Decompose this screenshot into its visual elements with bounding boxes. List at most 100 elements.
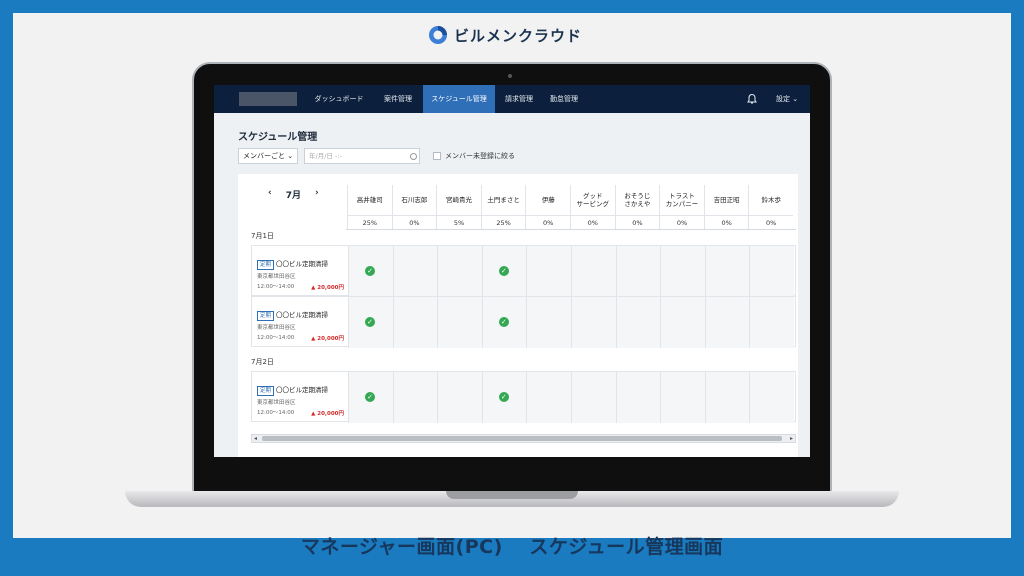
assignment-cell[interactable] [526,246,571,297]
job-price: ▲ 20,000円 [311,336,344,342]
member-utilization: 0% [614,215,660,229]
member-utilization: 0% [525,215,570,229]
member-column-header[interactable]: 伊藤 [525,185,570,215]
member-utilization: 25% [480,215,526,229]
member-column-header[interactable]: 高井雄司 [347,185,392,215]
job-row[interactable]: 定期 〇〇ビル定期清掃 東京都世田谷区 12:00〜14:00 ▲ 20,000円 ✓ ✓ [251,296,796,348]
nav-item-schedule[interactable]: スケジュール管理 [423,85,495,113]
assignment-cell[interactable] [704,297,750,348]
job-address: 東京都世田谷区 [257,274,296,280]
chevron-down-icon: ⌄ [792,95,799,103]
prev-month-icon[interactable]: ‹ [268,188,272,201]
unregistered-filter-checkbox[interactable] [433,152,441,160]
nav-item-dashboard[interactable]: ダッシュボード [308,85,370,113]
job-name: 〇〇ビル定期清掃 [276,260,329,268]
assignment-cell[interactable]: ✓ [481,246,527,297]
member-column-header[interactable]: 鈴木歩 [748,185,793,215]
assignment-cell[interactable] [571,246,616,297]
scroll-right-icon[interactable]: ▸ [790,435,793,442]
next-month-icon[interactable]: › [315,188,319,201]
laptop-camera [508,74,512,78]
assignment-cell[interactable] [749,246,794,297]
assignment-cell[interactable]: ✓ [481,297,527,348]
assignment-cell[interactable] [749,297,794,348]
laptop-notch [446,491,578,499]
member-utilization: 5% [436,215,481,229]
member-utilization: 0% [391,215,437,229]
app-screen: ダッシュボード 案件管理 スケジュール管理 請求管理 勤怠管理 設定 ⌄ スケジ… [214,85,810,457]
nav-item-attendance[interactable]: 勤怠管理 [544,85,584,113]
member-select[interactable]: メンバーごと ⌄ [238,148,298,164]
horizontal-scrollbar[interactable]: ◂ ▸ [251,434,796,443]
assignment-cell[interactable] [571,297,616,348]
assignment-cell[interactable] [392,246,438,297]
settings-menu[interactable]: 設定 ⌄ [776,85,798,113]
month-nav: ‹ 7月 › [268,188,319,201]
navbar: ダッシュボード 案件管理 スケジュール管理 請求管理 勤怠管理 設定 ⌄ [214,85,810,113]
assignment-cell[interactable]: ✓ [481,372,527,423]
assignment-cell[interactable] [526,297,571,348]
job-info[interactable]: 定期 〇〇ビル定期清掃 東京都世田谷区 12:00〜14:00 ▲ 20,000円 [252,372,348,423]
assignment-cell[interactable]: ✓ [348,297,393,348]
assignment-cell[interactable] [526,372,571,423]
nav-item-projects[interactable]: 案件管理 [374,85,422,113]
member-column-header[interactable]: 宮崎貴光 [436,185,481,215]
assignment-cell[interactable] [660,246,705,297]
job-row[interactable]: 定期 〇〇ビル定期清掃 東京都世田谷区 12:00〜14:00 ▲ 20,000円 ✓ ✓ [251,371,796,423]
header-divider [346,229,796,230]
caption: マネージャー画面(PC) スケジュール管理画面 [300,536,724,558]
assignment-cell[interactable] [392,297,438,348]
member-column-header[interactable]: トラスト カンパニー [659,185,704,215]
job-type-tag: 定期 [257,260,275,270]
member-utilization: 0% [570,215,615,229]
assignment-cell[interactable] [615,246,661,297]
scroll-left-icon[interactable]: ◂ [254,435,257,442]
job-info[interactable]: 定期 〇〇ビル定期清掃 東京都世田谷区 12:00〜14:00 ▲ 20,000円 [252,297,348,348]
member-select-value: メンバーごと [243,152,285,160]
assignment-cell[interactable] [704,372,750,423]
assignment-cell[interactable] [437,297,482,348]
assignment-cell[interactable] [571,372,616,423]
job-name: 〇〇ビル定期清掃 [276,311,329,319]
scrollbar-thumb[interactable] [262,436,782,441]
assignment-cell[interactable] [660,297,705,348]
assignment-cell[interactable] [437,246,482,297]
assignment-cell[interactable] [615,297,661,348]
settings-label: 設定 [776,95,790,103]
page-title: スケジュール管理 [238,132,318,143]
member-utilization: 0% [659,215,704,229]
day-label: 7月2日 [251,358,274,366]
assignment-cell[interactable] [437,372,482,423]
job-info[interactable]: 定期 〇〇ビル定期清掃 東京都世田谷区 12:00〜14:00 ▲ 20,000円 [252,246,348,297]
assignment-cell[interactable]: ✓ [348,372,393,423]
member-column-header[interactable]: グッド サービング [570,185,615,215]
assignment-cell[interactable] [749,372,794,423]
member-column-header[interactable]: 土門まさと [480,185,526,215]
assignment-cell[interactable] [704,246,750,297]
assignment-cell[interactable] [660,372,705,423]
job-row[interactable]: 定期 〇〇ビル定期清掃 東京都世田谷区 12:00〜14:00 ▲ 20,000円 ✓ ✓ [251,245,796,297]
brand-logo-icon [429,26,447,44]
member-utilization: 0% [748,215,793,229]
app-logo-placeholder[interactable] [239,92,297,106]
member-column-header[interactable]: 石川志郎 [391,185,437,215]
check-circle-icon: ✓ [498,392,509,402]
member-column-header[interactable]: 吉田正昭 [703,185,749,215]
member-utilization: 0% [703,215,749,229]
job-address: 東京都世田谷区 [257,325,296,331]
assignment-cell[interactable]: ✓ [348,246,393,297]
clock-icon[interactable] [410,153,417,160]
job-type-tag: 定期 [257,311,275,321]
check-circle-icon: ✓ [365,317,375,327]
assignment-cell[interactable] [392,372,438,423]
day-label: 7月1日 [251,232,274,240]
bell-icon[interactable] [746,93,758,105]
nav-item-billing[interactable]: 請求管理 [499,85,539,113]
job-address: 東京都世田谷区 [257,400,296,406]
member-column-header[interactable]: おそうじ さかえや [614,185,660,215]
date-input[interactable]: 年/月/日 -:- [304,148,420,164]
assignment-cell[interactable] [615,372,661,423]
job-price: ▲ 20,000円 [311,285,344,291]
job-price: ▲ 20,000円 [311,411,344,417]
job-type-tag: 定期 [257,386,275,396]
